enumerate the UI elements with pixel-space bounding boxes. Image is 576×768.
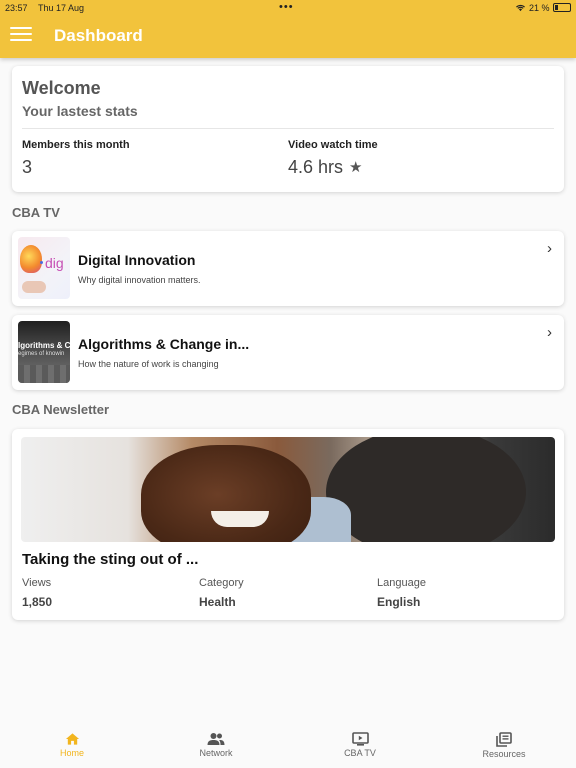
- members-this-month-label: Members this month: [22, 139, 130, 151]
- video-title: Digital Innovation: [78, 252, 196, 268]
- thumbnail-text: lgorithms & Cha: [18, 341, 70, 350]
- chevron-right-icon: ›: [547, 324, 552, 341]
- thumbnail-text: dig: [45, 255, 64, 271]
- thumbnail-subtext: egimes of knowin: [18, 351, 65, 357]
- category-label: Category: [199, 577, 244, 589]
- views-value: 1,850: [22, 595, 53, 609]
- page-title: Dashboard: [54, 26, 143, 45]
- category-value: Health: [199, 595, 236, 609]
- chevron-right-icon: ›: [547, 240, 552, 257]
- video-thumbnail: lgorithms & Cha egimes of knowin: [18, 321, 70, 383]
- video-watch-time-value: 4.6 hrs: [288, 157, 344, 177]
- video-card-algorithms[interactable]: lgorithms & Cha egimes of knowin Algorit…: [12, 315, 564, 390]
- battery-percentage: 21 %: [529, 3, 550, 13]
- welcome-subtitle: Your lastest stats: [22, 103, 138, 119]
- language-label: Language: [377, 577, 426, 589]
- video-description: Why digital innovation matters.: [78, 275, 201, 285]
- nav-home[interactable]: Home: [32, 732, 112, 758]
- thumbnail-dot: [40, 261, 43, 264]
- hero-person-back: [326, 437, 526, 542]
- views-label: Views: [22, 577, 52, 589]
- multitasking-dots-icon[interactable]: •••: [279, 1, 294, 13]
- people-icon: [207, 733, 225, 745]
- home-icon: [65, 733, 79, 745]
- nav-cba-tv[interactable]: CBA TV: [320, 732, 400, 758]
- star-icon: ★: [349, 159, 363, 176]
- hand-graphic: [22, 281, 46, 293]
- nav-cba-tv-label: CBA TV: [344, 748, 376, 758]
- video-title: Algorithms & Change in...: [78, 336, 250, 352]
- video-description: How the nature of work is changing: [78, 359, 219, 369]
- nav-network-label: Network: [199, 748, 233, 758]
- bottom-navigation: Home Network CBA TV Resources: [0, 722, 576, 768]
- members-this-month-value: 3: [22, 157, 33, 177]
- status-date: Thu 17 Aug: [38, 3, 85, 13]
- nav-home-label: Home: [59, 748, 84, 758]
- cba-newsletter-section-title: CBA Newsletter: [12, 402, 110, 417]
- video-watch-time-row: 4.6 hrs ★: [288, 157, 362, 178]
- battery-icon: [553, 3, 571, 12]
- welcome-title: Welcome: [22, 78, 101, 98]
- hero-person-face: [141, 445, 311, 542]
- video-thumbnail: dig: [18, 237, 70, 299]
- language-value: English: [377, 595, 421, 609]
- nav-resources[interactable]: Resources: [464, 732, 544, 759]
- classroom-graphic: [18, 365, 70, 383]
- app-header: 23:57 Thu 17 Aug ••• 21 % Dashboard: [0, 0, 576, 58]
- article-hero-image: [21, 437, 555, 542]
- lightbulb-graphic: [20, 245, 42, 273]
- welcome-stats-card: Welcome Your lastest stats Members this …: [12, 66, 564, 192]
- wifi-icon: [516, 4, 525, 12]
- status-bar: 23:57 Thu 17 Aug ••• 21 %: [0, 0, 576, 16]
- hero-smile: [211, 511, 269, 527]
- status-time: 23:57: [5, 3, 28, 13]
- library-icon: [496, 732, 512, 747]
- newsletter-article-card[interactable]: Taking the sting out of ... Views 1,850 …: [12, 429, 564, 620]
- cba-tv-section-title: CBA TV: [12, 205, 60, 220]
- divider: [22, 128, 554, 129]
- nav-resources-label: Resources: [482, 749, 526, 759]
- tv-icon: [351, 732, 369, 746]
- nav-network[interactable]: Network: [176, 732, 256, 758]
- video-watch-time-label: Video watch time: [288, 139, 378, 151]
- article-title: Taking the sting out of ...: [22, 551, 199, 568]
- video-card-digital-innovation[interactable]: dig Digital Innovation Why digital innov…: [12, 231, 564, 306]
- hamburger-menu-icon[interactable]: [10, 27, 32, 43]
